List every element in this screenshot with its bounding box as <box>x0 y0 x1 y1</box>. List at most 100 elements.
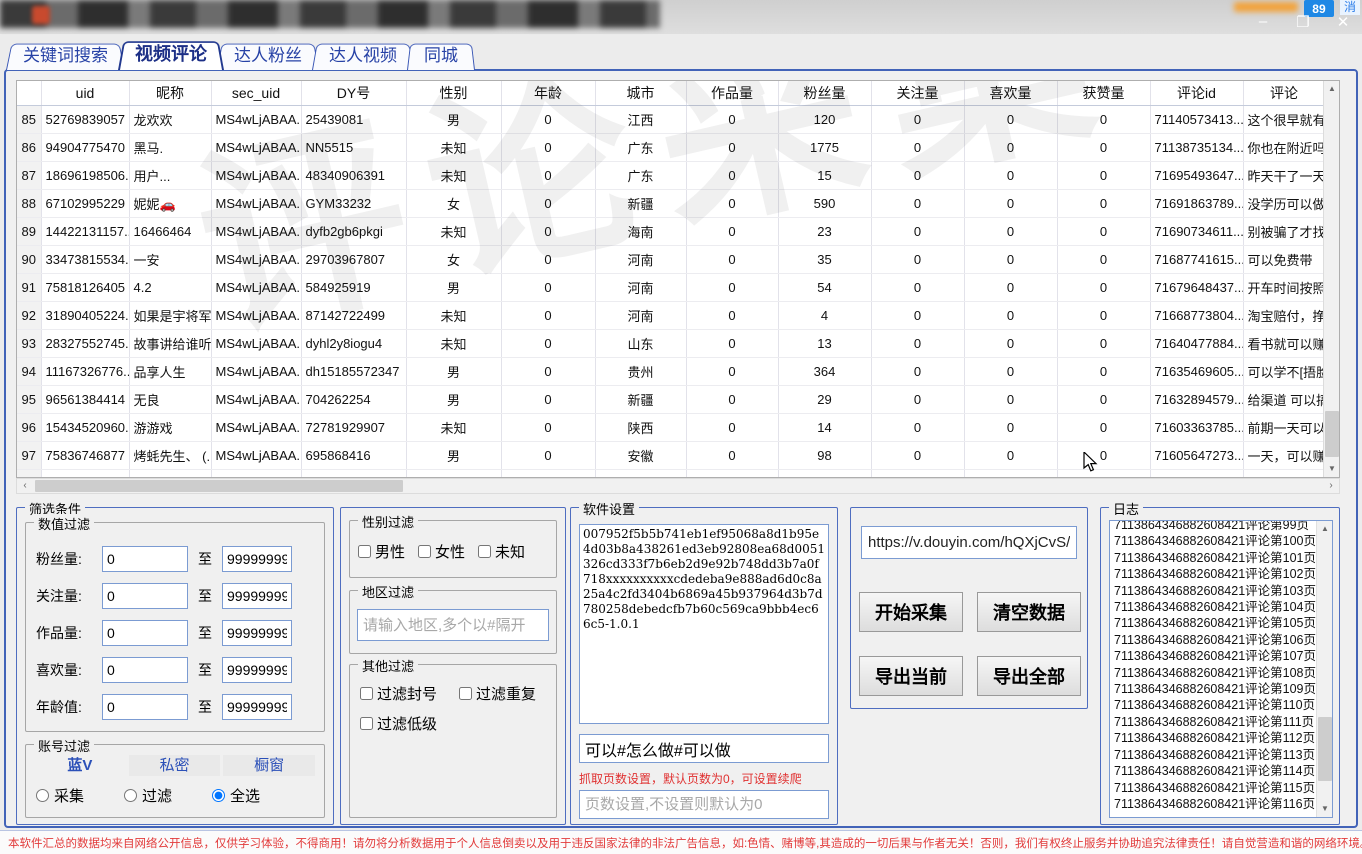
log-item[interactable]: 7113864346882608421评论第103页 <box>1114 583 1314 599</box>
tab-influencer-videos[interactable]: 达人视频 <box>312 41 414 70</box>
filter-max-input[interactable] <box>222 620 292 646</box>
log-item[interactable]: 7113864346882608421评论第99页 <box>1114 520 1314 533</box>
checkbox-male-input[interactable] <box>358 545 371 558</box>
table-row[interactable]: 9328327552745...故事讲给谁听MS4wLjABAA...dyhl2… <box>17 329 1325 357</box>
vertical-scroll-thumb[interactable] <box>1325 411 1339 457</box>
table-horizontal-scrollbar[interactable]: ‹ › <box>16 478 1340 494</box>
tab-influencer-fans[interactable]: 达人粉丝 <box>217 41 319 70</box>
table-row[interactable]: 9033473815534...一安MS4wLjABAA...297039678… <box>17 245 1325 273</box>
clear-data-button[interactable]: 清空数据 <box>977 592 1081 632</box>
table-row[interactable]: 8552769839057龙欢欢MS4wLjABAA...25439081男0江… <box>17 105 1325 133</box>
filter-min-input[interactable] <box>102 657 188 683</box>
checkbox-female-input[interactable] <box>418 545 431 558</box>
log-item[interactable]: 7113864346882608421评论第108页 <box>1114 665 1314 681</box>
tab-video-comments[interactable]: 视频评论 <box>118 38 224 70</box>
scroll-down-arrow-icon[interactable]: ▼ <box>1324 461 1340 477</box>
radio-select-all[interactable]: 全选 <box>212 785 260 806</box>
radio-filter[interactable]: 过滤 <box>124 785 172 806</box>
keyword-input[interactable] <box>579 734 829 763</box>
log-item[interactable]: 7113864346882608421评论第111页 <box>1114 714 1314 730</box>
table-vertical-scrollbar[interactable]: ▲ ▼ <box>1323 81 1339 477</box>
column-header[interactable]: DY号 <box>301 81 406 105</box>
license-token-textarea[interactable] <box>579 524 829 724</box>
filter-min-input[interactable] <box>102 694 188 720</box>
log-item[interactable]: 7113864346882608421评论第112页 <box>1114 730 1314 746</box>
checkbox-female[interactable]: 女性 <box>418 541 465 562</box>
column-header[interactable]: 粉丝量 <box>778 81 871 105</box>
checkbox-filter-duplicate-input[interactable] <box>459 687 472 700</box>
table-row[interactable]: 8867102995229妮妮🚗MS4wLjABAA...GYM33232女0新… <box>17 189 1325 217</box>
filter-max-input[interactable] <box>222 546 292 572</box>
log-item[interactable]: 7113864346882608421评论第107页 <box>1114 648 1314 664</box>
log-item[interactable]: 7113864346882608421评论第106页 <box>1114 632 1314 648</box>
column-header[interactable]: 关注量 <box>871 81 964 105</box>
tab-keyword-search[interactable]: 关键词搜索 <box>6 41 125 70</box>
export-current-button[interactable]: 导出当前 <box>859 656 963 696</box>
video-url-input[interactable] <box>861 526 1077 559</box>
log-scroll-thumb[interactable] <box>1318 717 1332 781</box>
export-all-button[interactable]: 导出全部 <box>977 656 1081 696</box>
column-header[interactable]: 性别 <box>406 81 501 105</box>
filter-min-input[interactable] <box>102 620 188 646</box>
column-header[interactable]: 喜欢量 <box>964 81 1057 105</box>
minimize-button[interactable]: – <box>1254 13 1272 31</box>
tab-same-city[interactable]: 同城 <box>407 41 475 70</box>
table-row[interactable]: 8694904775470黑马.MS4wLjABAA...NN5515未知0广东… <box>17 133 1325 161</box>
filter-max-input[interactable] <box>222 583 292 609</box>
log-item[interactable]: 7113864346882608421评论第109页 <box>1114 681 1314 697</box>
log-item[interactable]: 7113864346882608421评论第114页 <box>1114 763 1314 779</box>
checkbox-filter-duplicate[interactable]: 过滤重复 <box>459 683 536 704</box>
filter-min-input[interactable] <box>102 546 188 572</box>
log-list[interactable]: 7113864346882608421评论第99页 711386434688260… <box>1109 520 1333 818</box>
checkbox-filter-banned-input[interactable] <box>360 687 373 700</box>
filter-min-input[interactable] <box>102 583 188 609</box>
table-row[interactable]: 9615434520960...游游戏MS4wLjABAA...72781929… <box>17 413 1325 441</box>
column-header[interactable]: 评论id <box>1150 81 1243 105</box>
scroll-up-arrow-icon[interactable]: ▲ <box>1317 521 1333 537</box>
private-tab[interactable]: 私密 <box>129 755 221 776</box>
log-item[interactable]: 7113864346882608421评论第102页 <box>1114 566 1314 582</box>
scroll-down-arrow-icon[interactable]: ▼ <box>1317 801 1333 817</box>
table-row[interactable]: 9775836746877烤蚝先生、 (...MS4wLjABAA...6958… <box>17 441 1325 469</box>
start-collect-button[interactable]: 开始采集 <box>859 592 963 632</box>
column-header[interactable]: 获赞量 <box>1057 81 1150 105</box>
table-row[interactable]: 8718696198506...用户...MS4wLjABAA...483409… <box>17 161 1325 189</box>
showcase-tab[interactable]: 橱窗 <box>223 755 315 776</box>
column-header[interactable]: sec_uid <box>211 81 301 105</box>
radio-filter-input[interactable] <box>124 789 137 802</box>
checkbox-unknown[interactable]: 未知 <box>478 541 525 562</box>
column-header[interactable]: 昵称 <box>129 81 211 105</box>
column-header[interactable]: 年龄 <box>501 81 595 105</box>
log-item[interactable]: 7113864346882608421评论第105页 <box>1114 615 1314 631</box>
log-item[interactable]: 7113864346882608421评论第101页 <box>1114 550 1314 566</box>
checkbox-filter-lowlevel[interactable]: 过滤低级 <box>360 713 437 734</box>
scroll-up-arrow-icon[interactable]: ▲ <box>1324 81 1340 97</box>
log-scrollbar[interactable]: ▲ ▼ <box>1316 521 1332 817</box>
checkbox-male[interactable]: 男性 <box>358 541 405 562</box>
table-row[interactable]: 9411167326776...品享人生MS4wLjABAA...dh15185… <box>17 357 1325 385</box>
checkbox-unknown-input[interactable] <box>478 545 491 558</box>
checkbox-filter-lowlevel-input[interactable] <box>360 717 373 730</box>
scroll-right-arrow-icon[interactable]: › <box>1323 479 1339 493</box>
column-header[interactable]: uid <box>41 81 129 105</box>
table-row[interactable]: 9596561384414无良MS4wLjABAA...704262254男0新… <box>17 385 1325 413</box>
radio-collect-input[interactable] <box>36 789 49 802</box>
radio-select-all-input[interactable] <box>212 789 225 802</box>
horizontal-scroll-thumb[interactable] <box>35 480 403 492</box>
checkbox-filter-banned[interactable]: 过滤封号 <box>360 683 437 704</box>
page-count-input[interactable] <box>579 790 829 819</box>
log-item[interactable]: 7113864346882608421评论第104页 <box>1114 599 1314 615</box>
table-row[interactable]: 9898440083202七年9MS4wLjABAA...AMV_mai 03.… <box>17 469 1325 478</box>
log-item[interactable]: 7113864346882608421评论第110页 <box>1114 697 1314 713</box>
blue-v-tab[interactable]: 蓝V <box>34 755 126 776</box>
column-header[interactable]: 作品量 <box>686 81 778 105</box>
log-item[interactable]: 7113864346882608421评论第113页 <box>1114 747 1314 763</box>
log-item[interactable]: 7113864346882608421评论第116页 <box>1114 796 1314 812</box>
radio-collect[interactable]: 采集 <box>36 785 84 806</box>
column-header[interactable]: 评论 <box>1243 81 1325 105</box>
region-input[interactable] <box>357 609 549 641</box>
restore-button[interactable]: ❐ <box>1294 13 1312 31</box>
filter-max-input[interactable] <box>222 657 292 683</box>
scroll-left-arrow-icon[interactable]: ‹ <box>17 479 33 493</box>
close-button[interactable]: ✕ <box>1334 13 1352 31</box>
